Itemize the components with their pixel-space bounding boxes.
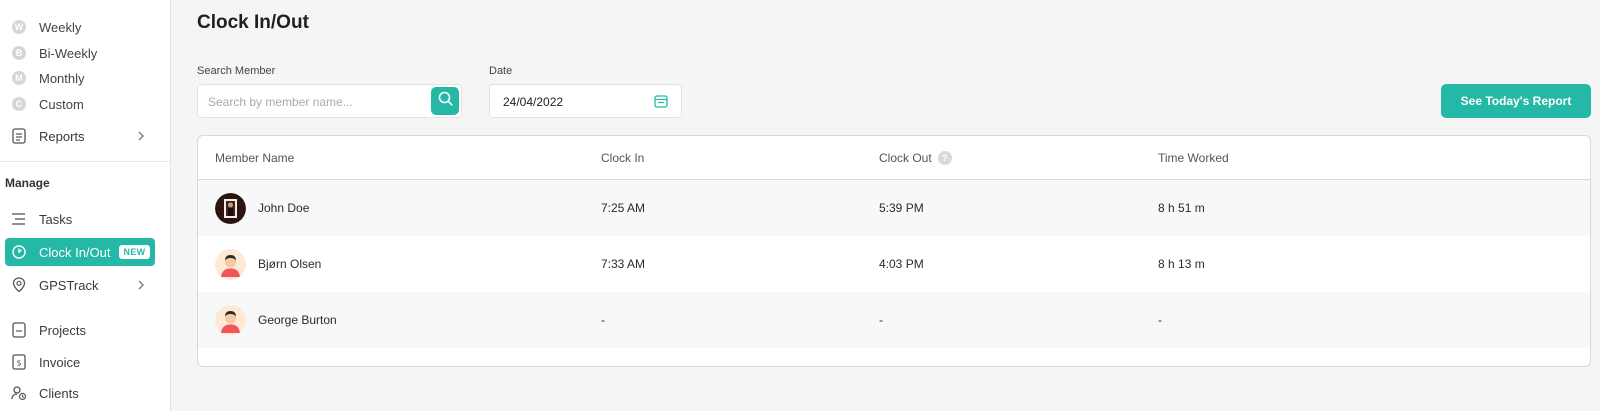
avatar	[215, 193, 246, 224]
sidebar-item-label: Clients	[39, 385, 79, 401]
new-badge: NEW	[118, 245, 151, 259]
member-name: John Doe	[258, 201, 310, 215]
sidebar-item-label: Tasks	[39, 211, 73, 227]
sidebar-divider	[0, 161, 170, 162]
sidebar: W Weekly B Bi-Weekly M Monthly C Custom …	[0, 0, 171, 411]
help-icon[interactable]: ?	[937, 151, 952, 165]
clock-in-value: -	[601, 313, 605, 327]
clock-out-value: -	[879, 313, 883, 327]
clock-in-value: 7:33 AM	[601, 257, 646, 271]
invoice-dollar-icon: $	[11, 354, 27, 370]
sidebar-item-label: Reports	[39, 128, 85, 144]
avatar	[215, 305, 246, 336]
sidebar-item-tasks[interactable]: Tasks	[5, 205, 155, 233]
sidebar-item-label: GPSTrack	[39, 277, 99, 293]
date-label: Date	[489, 65, 513, 77]
table-row[interactable]: John Doe 7:25 AM 5:39 PM 8 h 51 m	[198, 180, 1590, 236]
time-worked-value: -	[1158, 313, 1162, 327]
sidebar-item-clock-in-out[interactable]: Clock In/Out NEW	[5, 238, 155, 266]
tasks-icon	[11, 211, 27, 227]
sidebar-item-projects[interactable]: Projects	[5, 316, 155, 344]
see-todays-report-button[interactable]: See Today's Report	[1441, 84, 1591, 118]
custom-letter-icon: C	[12, 97, 26, 111]
table-row[interactable]: Bjørn Olsen 7:33 AM 4:03 PM 8 h 13 m	[198, 236, 1590, 292]
clock-out-value: 5:39 PM	[879, 201, 924, 215]
chevron-right-icon	[135, 130, 147, 142]
clock-out-value: 4:03 PM	[879, 257, 924, 271]
main-content: Clock In/Out Search Member Date 24/04/20…	[171, 0, 1600, 411]
clock-in-value: 7:25 AM	[601, 201, 646, 215]
sidebar-item-gpstrack[interactable]: GPSTrack	[5, 271, 155, 299]
monthly-letter-icon: M	[12, 71, 26, 85]
sidebar-item-clients[interactable]: Clients	[5, 379, 155, 407]
search-input[interactable]	[208, 93, 428, 111]
time-worked-value: 8 h 51 m	[1158, 201, 1205, 215]
projects-icon	[11, 322, 27, 338]
clients-icon	[11, 385, 27, 401]
sidebar-item-reports[interactable]: Reports	[5, 122, 155, 150]
sidebar-subitem-weekly[interactable]: W Weekly	[12, 17, 81, 37]
date-picker[interactable]: 24/04/2022	[489, 84, 682, 118]
bi-weekly-letter-icon: B	[12, 46, 26, 60]
header-clock-out: Clock Out ?	[879, 151, 952, 165]
sidebar-subitem-label: Custom	[39, 96, 84, 112]
sidebar-item-label: Clock In/Out	[39, 244, 111, 260]
sidebar-subitem-custom[interactable]: C Custom	[12, 94, 84, 114]
header-clock-in: Clock In	[601, 151, 645, 165]
calendar-icon[interactable]	[654, 94, 668, 108]
sidebar-subitem-label: Bi-Weekly	[39, 45, 98, 61]
clock-icon	[11, 244, 27, 260]
chevron-right-icon	[135, 279, 147, 291]
member-name: Bjørn Olsen	[258, 257, 322, 271]
member-name: George Burton	[258, 313, 337, 327]
sidebar-subitem-label: Weekly	[39, 19, 82, 35]
time-worked-value: 8 h 13 m	[1158, 257, 1205, 271]
search-member-label: Search Member	[197, 65, 276, 77]
sidebar-item-label: Projects	[39, 322, 86, 338]
table-row[interactable]: George Burton - - -	[198, 292, 1590, 348]
header-time-worked: Time Worked	[1158, 151, 1229, 165]
table-header: Member Name Clock In Clock Out ? Time Wo…	[198, 136, 1590, 180]
search-button[interactable]	[431, 87, 459, 115]
avatar	[215, 249, 246, 280]
header-member-name: Member Name	[215, 151, 295, 165]
svg-text:$: $	[16, 359, 21, 368]
search-field	[197, 84, 462, 118]
date-value: 24/04/2022	[503, 95, 564, 109]
weekly-letter-icon: W	[12, 20, 26, 34]
sidebar-subitem-bi-weekly[interactable]: B Bi-Weekly	[12, 43, 97, 63]
clock-table: Member Name Clock In Clock Out ? Time Wo…	[197, 135, 1591, 367]
app: W Weekly B Bi-Weekly M Monthly C Custom …	[0, 0, 1600, 411]
sidebar-section-manage: Manage	[5, 176, 50, 190]
search-icon	[438, 91, 453, 111]
map-pin-icon	[11, 277, 27, 293]
sidebar-subitem-label: Monthly	[39, 70, 85, 86]
sidebar-item-label: Invoice	[39, 354, 81, 370]
report-icon	[11, 128, 27, 144]
header-clock-out-label: Clock Out	[879, 151, 932, 165]
page-title: Clock In/Out	[197, 12, 309, 33]
sidebar-item-invoice[interactable]: $ Invoice	[5, 348, 155, 376]
sidebar-subitem-monthly[interactable]: M Monthly	[12, 68, 85, 88]
